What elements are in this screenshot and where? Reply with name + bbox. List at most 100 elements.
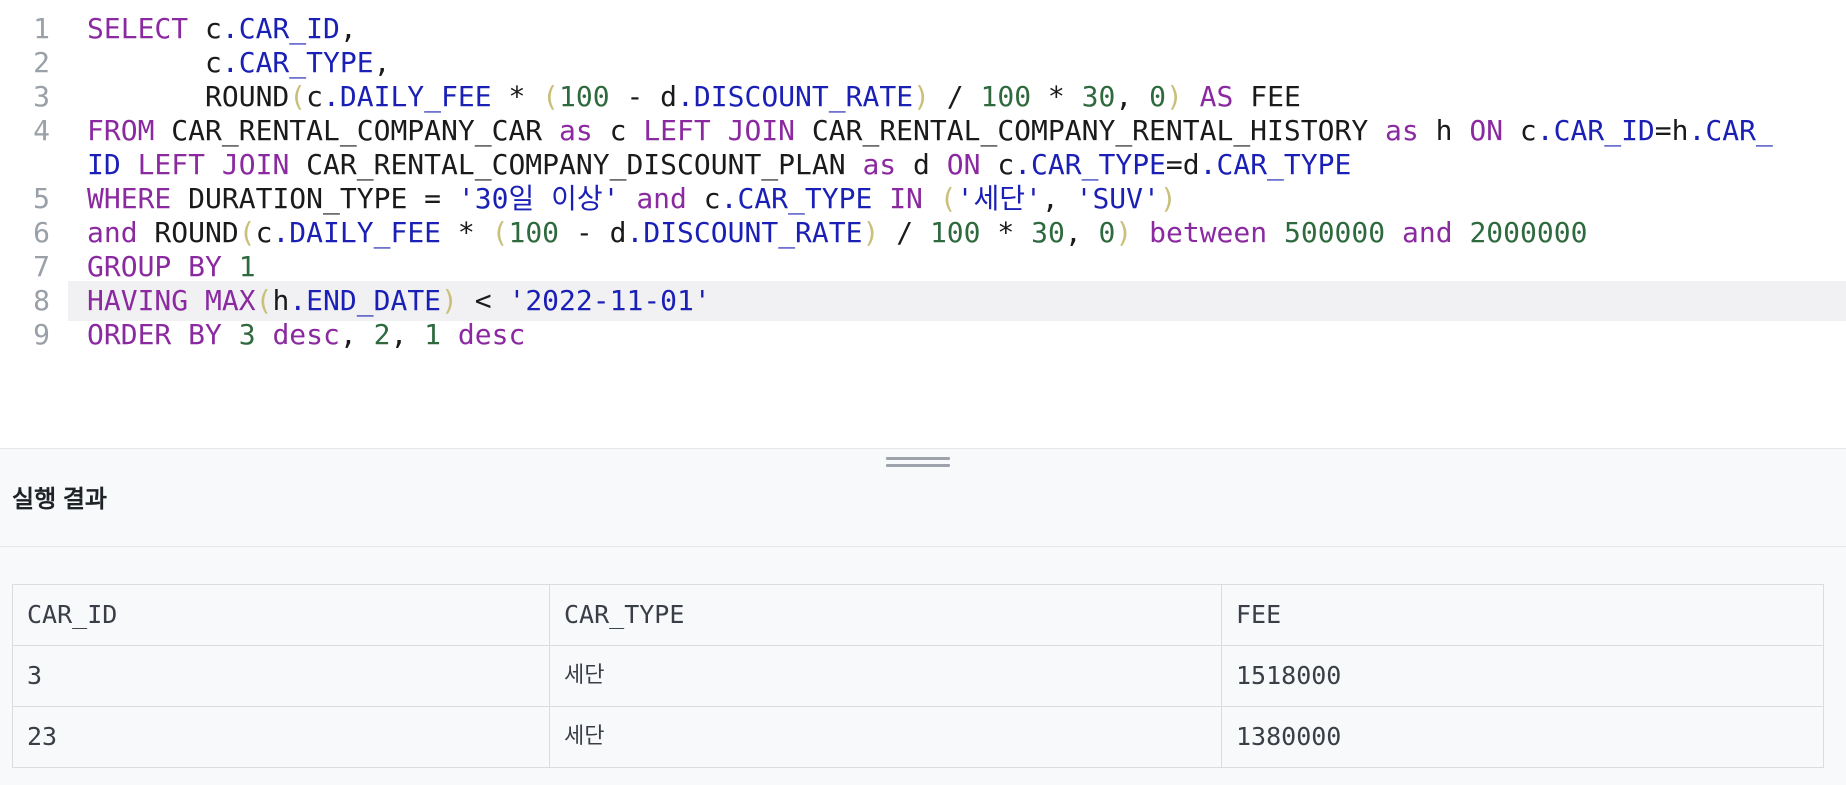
column-header-car-id: CAR_ID [13, 585, 550, 645]
grip-line [886, 457, 950, 460]
code-token: c [686, 182, 721, 215]
line-number: 9 [33, 318, 50, 351]
code-text: ORDER BY 3 desc, 2, 1 desc [87, 315, 525, 355]
code-token: CAR_RENTAL_COMPANY_CAR [154, 114, 560, 147]
code-token: c [87, 46, 222, 79]
code-token: '세단' [956, 182, 1042, 215]
code-token: 100 [929, 216, 981, 249]
code-token: DURATION_TYPE = [171, 182, 458, 215]
code-token: .CAR_ID [221, 12, 340, 45]
code-token: ( [491, 216, 509, 249]
grip-line [886, 464, 950, 467]
code-token: , [339, 318, 374, 351]
code-token: AS [1199, 80, 1234, 113]
code-token: 100 [508, 216, 560, 249]
code-token: d [896, 148, 947, 181]
code-token: as [862, 148, 897, 181]
code-token: 30 [1031, 216, 1065, 249]
resize-handle[interactable] [886, 457, 950, 475]
code-token: 1 [238, 250, 256, 283]
code-token: 100 [559, 80, 610, 113]
code-token: .CAR_TYPE [1014, 148, 1166, 181]
code-token: as [1385, 114, 1419, 147]
code-token: * [491, 80, 543, 113]
code-token: , [1041, 182, 1076, 215]
table-header-row: CAR_ID CAR_TYPE FEE [13, 585, 1823, 646]
code-token: 0 [1098, 216, 1116, 249]
code-token: FEE [1233, 80, 1301, 113]
code-token: GROUP BY [87, 250, 222, 283]
code-token: , [339, 12, 357, 45]
code-token: , [390, 318, 425, 351]
code-token: and [636, 182, 687, 215]
cell-car-id: 3 [13, 646, 550, 706]
code-token: .CAR_TYPE [1199, 148, 1352, 181]
code-token: 3 [238, 318, 256, 351]
code-token: LEFT JOIN [137, 148, 290, 181]
cell-car-id: 23 [13, 707, 550, 767]
code-token: 'SUV' [1075, 182, 1160, 215]
code-token: ) [441, 284, 458, 317]
code-token: ) [913, 80, 930, 113]
code-token: , [373, 46, 391, 79]
code-token: 2 [373, 318, 391, 351]
code-token: =d [1165, 148, 1200, 181]
code-token: ORDER BY [87, 318, 222, 351]
code-token: LEFT JOIN [643, 114, 796, 147]
sql-code-editor[interactable]: 1 SELECT c.CAR_ID, 2 c.CAR_TYPE, 3 ROUND(… [0, 0, 1846, 448]
code-token: h [1418, 114, 1470, 147]
code-token: ) [1159, 182, 1177, 215]
code-token: ) [862, 216, 880, 249]
code-token: * [1031, 80, 1082, 113]
code-token: CAR_RENTAL_COMPANY_RENTAL_HISTORY [795, 114, 1386, 147]
code-token: 2000000 [1469, 216, 1588, 249]
code-token: and [1402, 216, 1453, 249]
code-token: 500000 [1283, 216, 1386, 249]
code-token: - d [559, 216, 627, 249]
code-token: SELECT [87, 12, 189, 45]
code-token: ( [238, 216, 256, 249]
code-token: 30 [1081, 80, 1116, 113]
code-line[interactable]: 9 ORDER BY 3 desc, 2, 1 desc [0, 315, 1846, 355]
code-token: between [1149, 216, 1268, 249]
code-token: ON [946, 148, 981, 181]
code-token: c [306, 80, 324, 113]
code-token: c [592, 114, 644, 147]
cell-fee: 1380000 [1236, 722, 1342, 751]
result-table: CAR_ID CAR_TYPE FEE 3 세단 1518000 23 세단 1… [12, 584, 1824, 768]
divider [0, 546, 1846, 547]
code-token: IN [889, 182, 923, 215]
code-token: 0 [1149, 80, 1166, 113]
code-token: .DISCOUNT_RATE [677, 80, 914, 113]
code-token: ID [87, 148, 121, 181]
code-token: .DAILY_FEE [323, 80, 492, 113]
code-token: .DISCOUNT_RATE [626, 216, 863, 249]
code-token: h [272, 284, 290, 317]
code-token: ( [542, 80, 560, 113]
code-token: .END_DATE [289, 284, 442, 317]
result-panel: 실행 결과 CAR_ID CAR_TYPE FEE 3 세단 1518000 2… [0, 448, 1846, 785]
table-row: 3 세단 1518000 [13, 646, 1823, 707]
code-token: =h [1654, 114, 1689, 147]
code-token: WHERE [87, 182, 172, 215]
code-token: .CAR_ [1688, 114, 1773, 147]
code-token: MAX [205, 284, 256, 317]
code-token: desc [272, 318, 340, 351]
column-header-car-type: CAR_TYPE [550, 585, 1222, 645]
code-token: ( [939, 182, 957, 215]
code-token: c [255, 216, 273, 249]
code-token: 100 [980, 80, 1032, 113]
cell-fee: 1518000 [1236, 661, 1342, 690]
code-token: as [559, 114, 593, 147]
code-token: ) [1165, 80, 1183, 113]
